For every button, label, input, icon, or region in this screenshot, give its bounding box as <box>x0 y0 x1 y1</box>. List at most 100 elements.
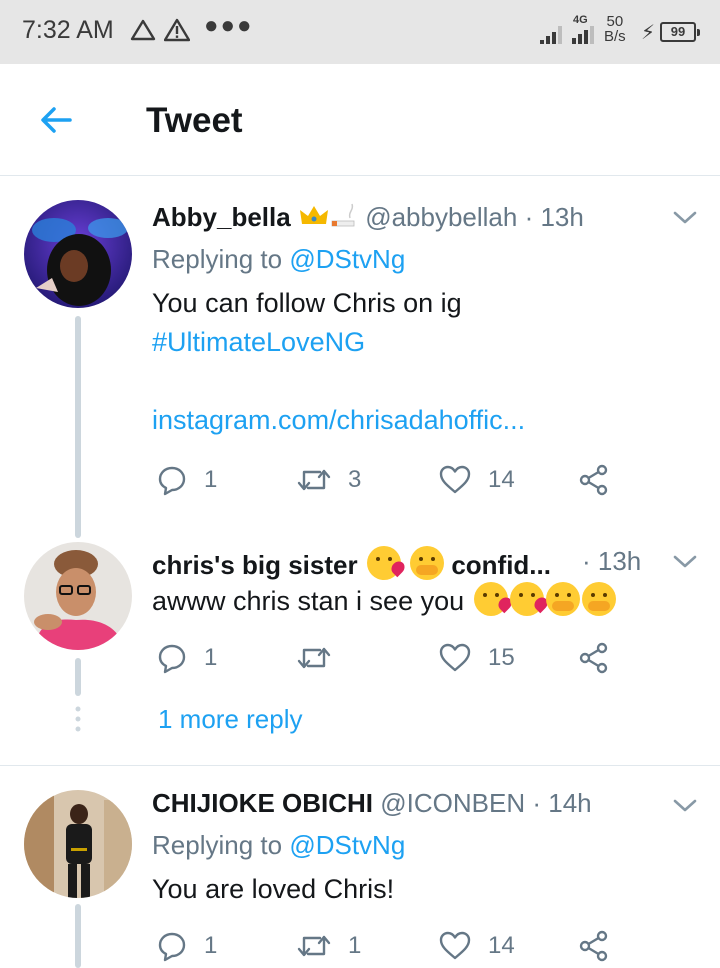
reply-button[interactable]: 1 <box>156 460 217 500</box>
reply-bubble-icon <box>158 644 186 674</box>
heart-icon <box>439 465 471 494</box>
reply-count: 1 <box>204 932 218 959</box>
retweet-button[interactable]: 3 <box>296 460 361 500</box>
like-button[interactable]: 15 <box>438 638 515 678</box>
like-count: 15 <box>488 644 515 671</box>
like-button[interactable]: 14 <box>438 460 515 500</box>
share-icon <box>579 642 608 674</box>
charging-icon: ⚡ <box>641 22 656 44</box>
tweet-text: awww chris stan i see you <box>152 586 465 616</box>
face-blowing-kiss-emoji-icon <box>473 582 508 616</box>
author-name[interactable]: CHIJIOKE OBICHI <box>152 788 373 818</box>
replying-to: Replying to @DStvNg <box>152 830 405 861</box>
retweet-count: 1 <box>348 932 362 959</box>
avatar-image <box>24 542 132 650</box>
author-handle[interactable]: @abbybellah <box>365 202 517 232</box>
battery-icon: 99 <box>660 22 700 42</box>
speed-unit: B/s <box>604 28 626 45</box>
tweet-text: You can follow Chris on ig <box>152 288 462 318</box>
arrow-left-icon <box>41 107 72 133</box>
url-link[interactable]: instagram.com/chrisadahoffic... <box>152 401 525 440</box>
replying-to: Replying to @DStvNg <box>152 244 405 275</box>
tweet-body: awww chris stan i see you <box>152 582 616 621</box>
reply-count: 1 <box>204 644 218 671</box>
tweet-header: chris's big sister confid... <box>152 546 551 581</box>
avatar-image <box>24 200 132 308</box>
author-name[interactable]: Abby_bella <box>152 202 291 232</box>
tweet-actions: 1 15 <box>152 638 622 678</box>
signal-icon <box>540 26 562 44</box>
avatar-image <box>24 790 132 898</box>
chevron-down-icon[interactable] <box>672 798 698 814</box>
retweet-button[interactable] <box>296 638 348 678</box>
mention-link[interactable]: @DStvNg <box>289 830 405 860</box>
chevron-down-icon[interactable] <box>672 210 698 226</box>
share-icon <box>579 930 608 962</box>
avatar[interactable] <box>24 790 132 898</box>
reply-bubble-icon <box>158 932 186 962</box>
avatar[interactable] <box>24 200 132 308</box>
thread-dots-icon <box>75 706 81 732</box>
reply-count: 1 <box>204 466 218 493</box>
chevron-down-icon[interactable] <box>672 554 698 570</box>
notification-triangle-icon <box>130 19 156 41</box>
tweet-header: CHIJIOKE OBICHI @ICONBEN · 14h <box>152 788 592 819</box>
tweet-abby-bella[interactable]: Abby_bella @abbybellah · 13h Replying to… <box>0 176 720 536</box>
retweet-count: 3 <box>348 466 362 493</box>
tweet-time: · 14h <box>532 788 592 818</box>
tweet-chris-big-sister[interactable]: chris's big sister confid... · 13h awww … <box>0 536 720 696</box>
author-name[interactable]: chris's big sister <box>152 550 358 580</box>
retweet-icon <box>297 935 331 957</box>
share-button[interactable] <box>578 926 610 966</box>
network-type: 4G <box>573 14 588 26</box>
page-title: Tweet <box>146 101 243 140</box>
tweet-text: You are loved Chris! <box>152 874 395 904</box>
tweet-time: · 13h <box>524 202 584 232</box>
crown-cigarette-emoji-icon <box>299 203 355 227</box>
status-bar: 7:32 AM ●●● 4G 50 B/s ⚡ 99 <box>0 0 720 64</box>
more-replies-link[interactable]: 1 more reply <box>158 704 303 735</box>
hashtag-link[interactable]: #UltimateLoveNG <box>152 323 525 362</box>
mention-link[interactable]: @DStvNg <box>289 244 405 274</box>
tweet-chijioke-obichi[interactable]: CHIJIOKE OBICHI @ICONBEN · 14h Replying … <box>0 766 720 968</box>
replying-to-label: Replying to <box>152 830 290 860</box>
tweet-body: You can follow Chris on ig #UltimateLove… <box>152 284 525 440</box>
share-button[interactable] <box>578 460 610 500</box>
reply-button[interactable]: 1 <box>156 926 217 966</box>
like-count: 14 <box>488 932 515 959</box>
retweet-icon <box>297 647 331 669</box>
tweet-body: You are loved Chris! <box>152 870 394 909</box>
speed-value: 50 <box>606 13 624 30</box>
heart-icon <box>439 643 471 672</box>
share-icon <box>579 464 608 496</box>
tweet-actions: 1 3 14 <box>152 460 622 500</box>
author-handle[interactable]: @ICONBEN <box>380 788 525 818</box>
status-time: 7:32 AM <box>22 16 114 44</box>
reply-bubble-icon <box>158 466 186 496</box>
reply-button[interactable]: 1 <box>156 638 217 678</box>
share-button[interactable] <box>578 638 610 678</box>
like-button[interactable]: 14 <box>438 926 515 966</box>
tweet-header: Abby_bella @abbybellah · 13h <box>152 202 584 233</box>
warning-icon <box>164 18 190 42</box>
retweet-button[interactable]: 1 <box>296 926 361 966</box>
replying-to-label: Replying to <box>152 244 290 274</box>
back-button[interactable] <box>30 98 80 142</box>
more-notifications-icon: ●●● <box>204 12 254 39</box>
avatar[interactable] <box>24 542 132 650</box>
tweet-time: · 13h <box>582 546 642 576</box>
signal-4g-icon <box>572 26 594 44</box>
heart-icon <box>439 931 471 960</box>
network-speed: 50 B/s <box>604 14 626 44</box>
kissing-face-emoji-icon <box>366 546 401 580</box>
face-blowing-kiss-emoji-icon <box>509 582 544 616</box>
tweet-time-wrap: · 13h <box>582 546 641 577</box>
hugging-face-emoji-icon <box>545 582 580 616</box>
app-header: Tweet <box>0 64 720 176</box>
like-count: 14 <box>488 466 515 493</box>
hugging-face-emoji-icon <box>581 582 616 616</box>
hugging-face-emoji-icon <box>410 546 445 580</box>
author-name-suffix[interactable]: confid... <box>451 550 551 580</box>
retweet-icon <box>297 469 331 491</box>
